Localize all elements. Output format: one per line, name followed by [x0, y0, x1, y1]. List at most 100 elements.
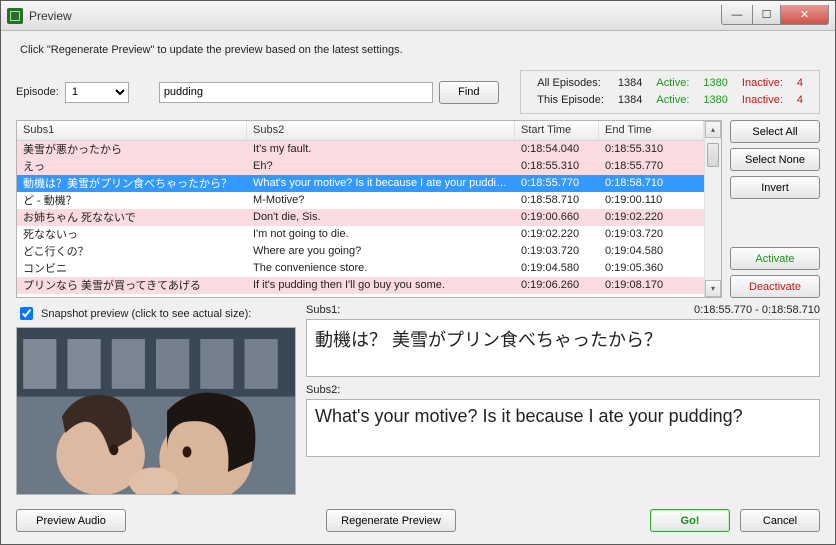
- cell-s1: 動機は？美雪がプリン食べちゃったから？: [17, 175, 247, 191]
- scroll-thumb[interactable]: [707, 143, 719, 167]
- snapshot-image[interactable]: [16, 327, 296, 495]
- detail-column: Subs1: 0:18:55.770 - 0:18:58.710 動機は？ 美雪…: [306, 304, 820, 495]
- col-end[interactable]: End Time: [599, 121, 704, 140]
- cell-s2: Don't die, Sis.: [247, 211, 515, 223]
- cell-et: 0:19:03.720: [599, 228, 704, 240]
- cell-s1: 死なないっ: [17, 226, 247, 242]
- cell-s1: どこ行くの？: [17, 243, 247, 259]
- cell-et: 0:19:00.110: [599, 194, 704, 206]
- snapshot-checkbox-label[interactable]: Snapshot preview (click to see actual si…: [16, 304, 296, 323]
- invert-button[interactable]: Invert: [730, 176, 820, 199]
- cell-st: 0:18:58.710: [515, 194, 599, 206]
- cell-et: 0:19:05.360: [599, 262, 704, 274]
- cell-s2: M-Motive?: [247, 194, 515, 206]
- select-all-button[interactable]: Select All: [730, 120, 820, 143]
- search-input[interactable]: [159, 82, 433, 103]
- deactivate-button[interactable]: Deactivate: [730, 275, 820, 298]
- detail-subs1-text[interactable]: 動機は？ 美雪がプリン食べちゃったから？: [306, 319, 820, 377]
- cell-et: 0:18:55.770: [599, 160, 704, 172]
- close-button[interactable]: ✕: [781, 5, 829, 25]
- cell-s1: 美雪が悪かったから: [17, 141, 247, 157]
- cell-et: 0:18:58.710: [599, 177, 704, 189]
- scroll-up-icon[interactable]: ▴: [705, 121, 721, 138]
- side-buttons: Select All Select None Invert Activate D…: [730, 120, 820, 298]
- preview-window: Preview — ☐ ✕ Click "Regenerate Preview"…: [0, 0, 836, 545]
- all-episodes-label: All Episodes:: [531, 76, 610, 91]
- table-row[interactable]: プリンなら 美雪が買ってきてあげるIf it's pudding then I'…: [17, 277, 704, 294]
- episode-select[interactable]: 1: [65, 82, 129, 103]
- snapshot-checkbox[interactable]: [20, 307, 33, 320]
- cell-et: 0:18:55.310: [599, 143, 704, 155]
- table-row[interactable]: えっEh?0:18:55.3100:18:55.770: [17, 158, 704, 175]
- table-body[interactable]: 美雪が悪かったからIt's my fault.0:18:54.0400:18:5…: [17, 141, 704, 297]
- snapshot-label-text: Snapshot preview (click to see actual si…: [41, 308, 251, 320]
- table-row[interactable]: 動機は？美雪がプリン食べちゃったから？What's your motive? I…: [17, 175, 704, 192]
- app-icon: [7, 8, 23, 24]
- stats-box: All Episodes: 1384 Active: 1380 Inactive…: [520, 70, 820, 114]
- all-episodes-total: 1384: [612, 76, 648, 91]
- cell-et: 0:19:04.580: [599, 245, 704, 257]
- detail-subs1-label: Subs1:: [306, 304, 340, 316]
- footer-row: Preview Audio Regenerate Preview Go! Can…: [16, 509, 820, 532]
- find-button[interactable]: Find: [439, 81, 499, 104]
- regenerate-button[interactable]: Regenerate Preview: [326, 509, 456, 532]
- top-row: Episode: 1 Find All Episodes: 1384 Activ…: [16, 70, 820, 114]
- cell-st: 0:19:06.260: [515, 279, 599, 291]
- scrollbar[interactable]: ▴ ▾: [704, 121, 721, 297]
- col-subs1[interactable]: Subs1: [17, 121, 247, 140]
- this-inactive-value: 4: [791, 93, 809, 108]
- this-episode-total: 1384: [612, 93, 648, 108]
- table-row[interactable]: どこ行くの？Where are you going?0:19:03.7200:1…: [17, 243, 704, 260]
- snapshot-column: Snapshot preview (click to see actual si…: [16, 304, 296, 495]
- go-button[interactable]: Go!: [650, 509, 730, 532]
- maximize-button[interactable]: ☐: [753, 5, 781, 25]
- mid-row: Subs1 Subs2 Start Time End Time 美雪が悪かったか…: [16, 120, 820, 298]
- col-subs2[interactable]: Subs2: [247, 121, 515, 140]
- episode-label: Episode:: [16, 86, 59, 98]
- cancel-button[interactable]: Cancel: [740, 509, 820, 532]
- table-row[interactable]: お姉ちゃん 死なないでDon't die, Sis.0:19:00.6600:1…: [17, 209, 704, 226]
- cell-s2: Where are you going?: [247, 245, 515, 257]
- cell-et: 0:19:02.220: [599, 211, 704, 223]
- table-row[interactable]: 死なないっI'm not going to die.0:19:02.2200:1…: [17, 226, 704, 243]
- cell-s1: えっ: [17, 158, 247, 174]
- cell-s1: コンビニ: [17, 260, 247, 276]
- cell-s2: I'm not going to die.: [247, 228, 515, 240]
- cell-st: 0:18:54.040: [515, 143, 599, 155]
- minimize-button[interactable]: —: [721, 5, 753, 25]
- this-active-label: Active:: [650, 93, 695, 108]
- cell-s1: プリンなら 美雪が買ってきてあげる: [17, 277, 247, 293]
- table-header: Subs1 Subs2 Start Time End Time: [17, 121, 704, 141]
- all-active-value: 1380: [697, 76, 733, 91]
- cell-s1: ど - 動機？: [17, 192, 247, 208]
- cell-s2: Eh?: [247, 160, 515, 172]
- table-row[interactable]: 美雪が悪かったからIt's my fault.0:18:54.0400:18:5…: [17, 141, 704, 158]
- cell-s2: If it's pudding then I'll go buy you som…: [247, 279, 515, 291]
- preview-row: Snapshot preview (click to see actual si…: [16, 304, 820, 495]
- cell-st: 0:19:02.220: [515, 228, 599, 240]
- subtitle-table: Subs1 Subs2 Start Time End Time 美雪が悪かったか…: [16, 120, 722, 298]
- titlebar: Preview — ☐ ✕: [1, 1, 835, 31]
- window-title: Preview: [29, 9, 72, 23]
- preview-audio-button[interactable]: Preview Audio: [16, 509, 126, 532]
- col-start[interactable]: Start Time: [515, 121, 599, 140]
- hint-text: Click "Regenerate Preview" to update the…: [20, 44, 816, 56]
- activate-button[interactable]: Activate: [730, 247, 820, 270]
- cell-st: 0:19:04.580: [515, 262, 599, 274]
- cell-s1: お姉ちゃん 死なないで: [17, 209, 247, 225]
- all-active-label: Active:: [650, 76, 695, 91]
- detail-subs2-text[interactable]: What's your motive? Is it because I ate …: [306, 399, 820, 457]
- cell-st: 0:19:03.720: [515, 245, 599, 257]
- cell-st: 0:18:55.310: [515, 160, 599, 172]
- table-row[interactable]: コンビニThe convenience store.0:19:04.5800:1…: [17, 260, 704, 277]
- cell-s2: What's your motive? Is it because I ate …: [247, 177, 515, 189]
- select-none-button[interactable]: Select None: [730, 148, 820, 171]
- all-inactive-label: Inactive:: [736, 76, 789, 91]
- this-inactive-label: Inactive:: [736, 93, 789, 108]
- cell-st: 0:18:55.770: [515, 177, 599, 189]
- table-row[interactable]: ど - 動機？M-Motive?0:18:58.7100:19:00.110: [17, 192, 704, 209]
- detail-time-range: 0:18:55.770 - 0:18:58.710: [694, 304, 820, 316]
- cell-s2: The convenience store.: [247, 262, 515, 274]
- detail-subs2-label: Subs2:: [306, 384, 340, 396]
- scroll-down-icon[interactable]: ▾: [705, 280, 721, 297]
